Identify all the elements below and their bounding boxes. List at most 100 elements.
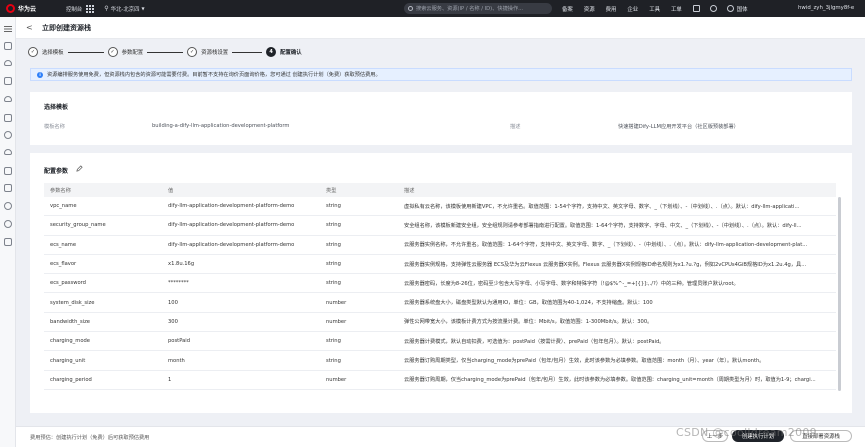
- param-name: ecs_password: [50, 280, 86, 287]
- settings-icon[interactable]: [4, 238, 12, 246]
- monitor-icon[interactable]: [4, 202, 12, 210]
- container-icon[interactable]: [4, 167, 12, 175]
- console-link[interactable]: 控制台: [66, 5, 82, 13]
- chevron-down-icon: ▼: [141, 6, 145, 11]
- globe-icon[interactable]: [726, 5, 734, 12]
- check-icon: ✓: [187, 47, 198, 57]
- template-name-value: building-a-dify-llm-application-developm…: [152, 123, 290, 129]
- param-type: string: [326, 241, 341, 248]
- menu-enterprise[interactable]: 企业: [627, 5, 638, 13]
- param-desc: 云服务器实例名称，不允许重名。取值范围：1-64个字符，支持中文、英文字母、数字…: [404, 242, 808, 249]
- cloud-server-icon[interactable]: [4, 60, 12, 66]
- table-row: charging_period 1 number 云服务器订购周期，仅当chargin…: [44, 371, 836, 390]
- param-value: month: [168, 357, 185, 364]
- logo-text: 华为云: [18, 6, 37, 13]
- user-account-menu[interactable]: hwid_zyh_3jlgmy8f-e: [798, 0, 854, 17]
- param-type: string: [326, 261, 341, 268]
- search-placeholder: 搜索云服务、资源(IP / 名称 / ID)、快捷操作...: [416, 6, 524, 12]
- params-card-title: 配置参数: [44, 168, 69, 175]
- param-type: string: [326, 203, 341, 210]
- menu-tickets[interactable]: 工单: [671, 5, 682, 13]
- deploy-icon[interactable]: [4, 184, 12, 192]
- param-type: number: [326, 299, 347, 306]
- param-type: number: [326, 318, 347, 325]
- page-title: 立即创建资源栈: [42, 23, 91, 32]
- region-label: 华北-北京四: [110, 6, 140, 13]
- menu-beian[interactable]: 备案: [562, 5, 573, 13]
- table-scrollbar[interactable]: [838, 197, 841, 391]
- service-list-icon[interactable]: [86, 4, 95, 13]
- col-header-value: 值: [168, 187, 174, 194]
- step-select-template: ✓ 选择模板: [28, 47, 64, 57]
- template-card: 选择模板 模板名称 building-a-dify-llm-applicatio…: [30, 92, 852, 145]
- params-table: 参数名称 值 类型 描述 vpc_name dify-llm-applicatio…: [44, 183, 836, 390]
- menu-resources[interactable]: 资源: [584, 5, 595, 13]
- step-number: 4: [266, 47, 277, 57]
- param-value: dify-llm-application-development-platfor…: [168, 241, 295, 248]
- menu-tools[interactable]: 工具: [649, 5, 660, 13]
- wizard-steps: ✓ 选择模板 ✓ 参数配置 ✓ 资源栈设置 4 配置确认: [28, 44, 302, 60]
- param-name: security_group_name: [50, 222, 106, 229]
- param-type: string: [326, 280, 341, 287]
- check-icon: ✓: [28, 47, 38, 57]
- param-desc: 安全组名称，该模板新建安全组，安全组规则请参考部署指南进行配置。取值范围：1-6…: [404, 222, 802, 229]
- database-icon[interactable]: [4, 114, 12, 122]
- menu-icon[interactable]: [4, 25, 12, 33]
- huaweicloud-logo[interactable]: 华为云: [0, 0, 56, 17]
- message-icon[interactable]: [692, 5, 700, 12]
- security-icon[interactable]: [4, 220, 12, 228]
- step-stack-settings: ✓ 资源栈设置: [187, 47, 228, 57]
- cdn-icon[interactable]: [4, 149, 12, 155]
- check-icon: ✓: [107, 47, 118, 57]
- param-value: 300: [168, 318, 178, 325]
- param-name: ecs_flavor: [50, 261, 77, 268]
- step-connector: [147, 51, 184, 53]
- param-type: string: [326, 357, 341, 364]
- param-desc: 云服务器订购周期类型，仅当charging_mode为prePaid（包年/包月…: [404, 358, 765, 365]
- table-row: bandwidth_size 300 number 弹性公网带宽大小，该模板计费方式为…: [44, 313, 836, 333]
- col-header-desc: 描述: [404, 187, 415, 194]
- param-desc: 虚拟私有云名称，该模板使用新建VPC，不允许重名。取值范围：1-54个字符，支持…: [404, 203, 800, 210]
- step-confirm: 4 配置确认: [266, 47, 302, 57]
- table-header: 参数名称 值 类型 描述: [44, 183, 836, 197]
- cloud-icon[interactable]: [4, 96, 12, 102]
- param-name: charging_mode: [50, 338, 90, 345]
- table-row: system_disk_size 100 number 云服务器系统盘大小，磁盘类型默…: [44, 293, 836, 313]
- table-row: vpc_name dify-llm-application-development…: [44, 197, 836, 217]
- param-name: charging_period: [50, 376, 92, 383]
- template-name-label: 模板名称: [44, 124, 65, 130]
- language-switch[interactable]: 国体: [737, 5, 748, 13]
- col-header-name: 参数名称: [50, 187, 71, 194]
- info-banner: i 资源编排服务使用免费，但资源栈内包含的资源可能需要付费。目前暂不支持在询价页…: [30, 68, 852, 81]
- table-row: ecs_flavor x1.8u.16g string 云服务器实例规格，支持弹性云服…: [44, 255, 836, 275]
- step-connector: [67, 51, 104, 53]
- table-row: ecs_name dify-llm-application-development…: [44, 236, 836, 255]
- storage-icon[interactable]: [4, 77, 12, 85]
- param-value: 1: [168, 376, 172, 383]
- network-icon[interactable]: [4, 131, 12, 139]
- back-arrow-icon[interactable]: <: [26, 23, 36, 32]
- step-label: 配置确认: [280, 50, 302, 56]
- huawei-logo-icon: [6, 4, 15, 13]
- cost-estimate-note: 费用预估：创建执行计划（免费）后可获取预估费用: [30, 434, 150, 441]
- param-desc: 云服务器系统盘大小，磁盘类型默认为通用IO，单位：GB，取值范围为40-1,02…: [404, 300, 653, 307]
- template-desc-value: 快速搭建Dify-LLM应用开发平台（社区版预装部署）: [618, 124, 739, 130]
- param-value: 100: [168, 299, 178, 306]
- region-selector[interactable]: ⚲ 华北-北京四 ▼: [104, 5, 144, 13]
- param-value: x1.8u.16g: [168, 261, 195, 268]
- edit-icon[interactable]: [76, 165, 83, 172]
- global-search-input[interactable]: 搜索云服务、资源(IP / 名称 / ID)、快捷操作...: [404, 3, 552, 14]
- step-label: 选择模板: [42, 50, 64, 56]
- info-icon: i: [37, 71, 43, 78]
- template-card-title: 选择模板: [44, 104, 69, 111]
- step-label: 资源栈设置: [201, 50, 229, 56]
- watermark: CSDN @coolldream2009: [676, 426, 817, 439]
- home-icon[interactable]: [4, 42, 12, 50]
- table-row: charging_unit month string 云服务器订购周期类型，仅当cha…: [44, 351, 836, 371]
- left-service-rail: [0, 17, 16, 447]
- help-icon[interactable]: [709, 5, 717, 12]
- menu-billing[interactable]: 费用: [606, 5, 617, 13]
- param-type: string: [326, 222, 341, 229]
- param-desc: 云服务器订购周期，仅当charging_mode为prePaid（包年/包月）生…: [404, 377, 816, 384]
- param-desc: 云服务器密码，长度为8-26位，密码至少包含大写字母、小写字母、数字和特殊字符（…: [404, 280, 739, 287]
